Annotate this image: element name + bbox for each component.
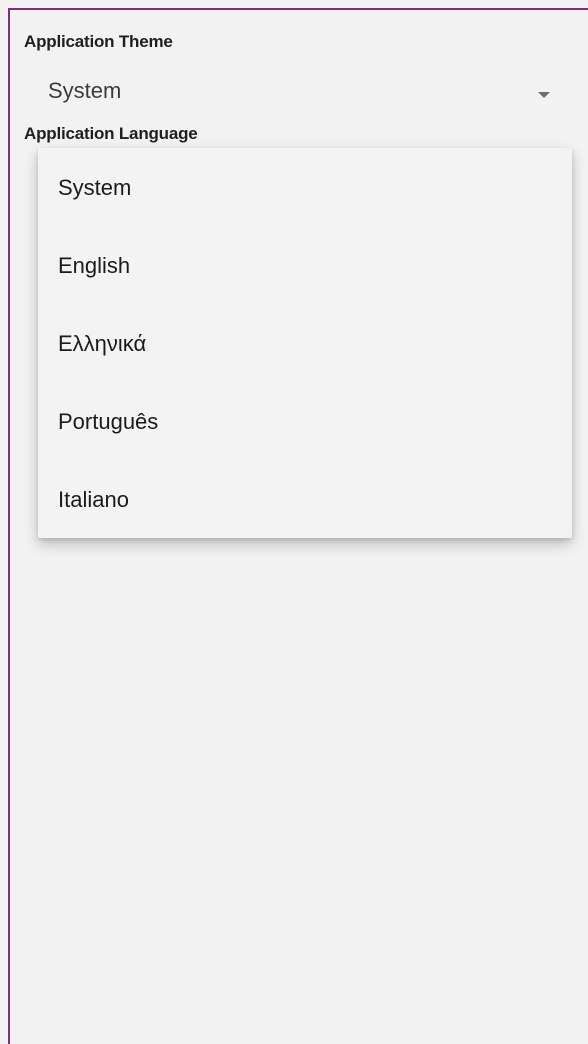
language-option-italian[interactable]: Italiano (38, 470, 572, 548)
application-theme-label: Application Theme (24, 32, 173, 51)
language-option-english[interactable]: English (38, 236, 572, 314)
language-option-system[interactable]: System (38, 158, 572, 236)
application-theme-selected-value: System (48, 78, 122, 103)
application-language-dropdown-menu: System English Ελληνικά Português Italia… (38, 148, 572, 538)
application-theme-select[interactable]: System (24, 68, 584, 114)
language-option-portuguese[interactable]: Português (38, 392, 572, 470)
chevron-down-icon (538, 92, 550, 98)
application-language-label: Application Language (24, 124, 198, 143)
language-option-greek[interactable]: Ελληνικά (38, 314, 572, 392)
window-frame: Application Theme System Application Lan… (8, 8, 588, 1044)
